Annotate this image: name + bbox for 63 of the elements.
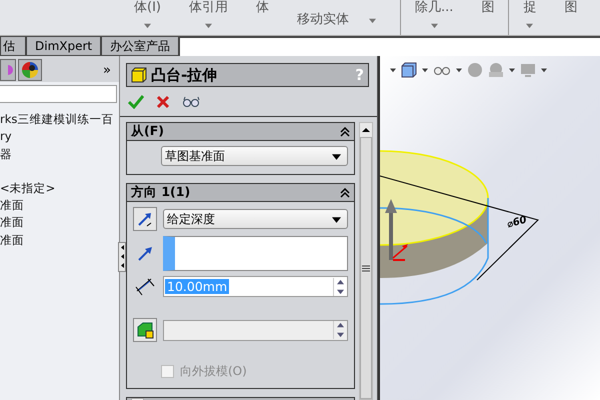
- appearance-tab[interactable]: [18, 59, 42, 81]
- tab[interactable]: 估: [0, 36, 26, 56]
- expand-button[interactable]: »: [103, 62, 111, 78]
- display-cube-icon[interactable]: [401, 62, 417, 78]
- caret-icon: [332, 214, 341, 224]
- extrude-arrow-icon: [385, 199, 408, 261]
- dropdown-value: 给定深度: [167, 210, 215, 228]
- reverse-direction-button[interactable]: [133, 207, 157, 231]
- color-ball-icon: [21, 61, 39, 79]
- ribbon-label[interactable]: 体(I): [134, 0, 161, 16]
- feature-title: 凸台-拉伸: [151, 66, 218, 84]
- filter-field[interactable]: [0, 85, 117, 103]
- scrollbar[interactable]: [359, 122, 373, 400]
- tree-item[interactable]: 准面: [0, 232, 119, 250]
- ribbon-label[interactable]: 图: [564, 0, 578, 16]
- caret-icon: [332, 152, 341, 160]
- reverse-arrows-icon: [137, 211, 153, 227]
- scroll-up-arrow-icon[interactable]: [362, 126, 370, 134]
- ribbon-label[interactable]: 体引用: [188, 0, 228, 16]
- ribbon-label[interactable]: 图: [481, 0, 494, 16]
- tree-item[interactable]: 准面: [0, 197, 119, 214]
- dropdown[interactable]: 草图基准面: [161, 146, 348, 166]
- caret-icon[interactable]: [422, 67, 428, 73]
- solid-body-icon: [136, 321, 154, 339]
- dimension-label: ⌀60: [506, 214, 528, 231]
- dropdown[interactable]: 给定深度: [163, 209, 348, 229]
- spin-buttons[interactable]: [333, 278, 347, 296]
- caret-icon[interactable]: [541, 67, 547, 73]
- solid-body-button[interactable]: [133, 318, 157, 342]
- cube-icon: [131, 67, 147, 83]
- ribbon-label[interactable]: 捉: [523, 0, 536, 16]
- tree-item[interactable]: rks三维建模训练一百: [0, 111, 119, 128]
- cancel-x-icon[interactable]: [156, 94, 170, 108]
- tab[interactable]: DimXpert: [26, 36, 102, 56]
- spin-buttons[interactable]: [333, 321, 347, 339]
- collapse-handle[interactable]: [118, 242, 126, 272]
- spin-field[interactable]: [163, 320, 348, 340]
- ribbon-label[interactable]: 移动实体: [296, 12, 349, 28]
- dropdown-value: 草图基准面: [165, 148, 225, 164]
- grip-icon[interactable]: [362, 264, 370, 272]
- section-title: 方向 1(1): [131, 184, 190, 201]
- collapse-icon[interactable]: [340, 126, 350, 136]
- direction-arrow-icon: [137, 246, 153, 262]
- caret-icon[interactable]: [390, 67, 396, 73]
- section-header[interactable]: 从(F): [127, 123, 354, 141]
- tree-item[interactable]: 器: [0, 146, 119, 163]
- tree-item[interactable]: <未指定>: [0, 180, 119, 198]
- tree-item[interactable]: 准面: [0, 214, 119, 232]
- caret-icon[interactable]: [509, 67, 515, 73]
- glasses-icon[interactable]: [182, 96, 200, 108]
- caret-icon[interactable]: [456, 67, 462, 73]
- collapse-icon[interactable]: [340, 188, 350, 198]
- section-header[interactable]: 方向 1(1): [127, 184, 354, 202]
- tab[interactable]: 办公室产品: [101, 36, 180, 56]
- selection-list[interactable]: [163, 236, 348, 271]
- glasses-icon[interactable]: [433, 64, 451, 76]
- tree-item[interactable]: ry: [0, 128, 119, 146]
- ok-check-icon[interactable]: [128, 94, 144, 108]
- ribbon-label[interactable]: 体: [256, 0, 269, 16]
- depth-dimension-icon: [134, 276, 156, 296]
- section-title: 从(F): [131, 123, 164, 140]
- ribbon-label[interactable]: 除几...: [414, 0, 454, 16]
- checkbox-label: 向外拔模(O): [180, 363, 247, 380]
